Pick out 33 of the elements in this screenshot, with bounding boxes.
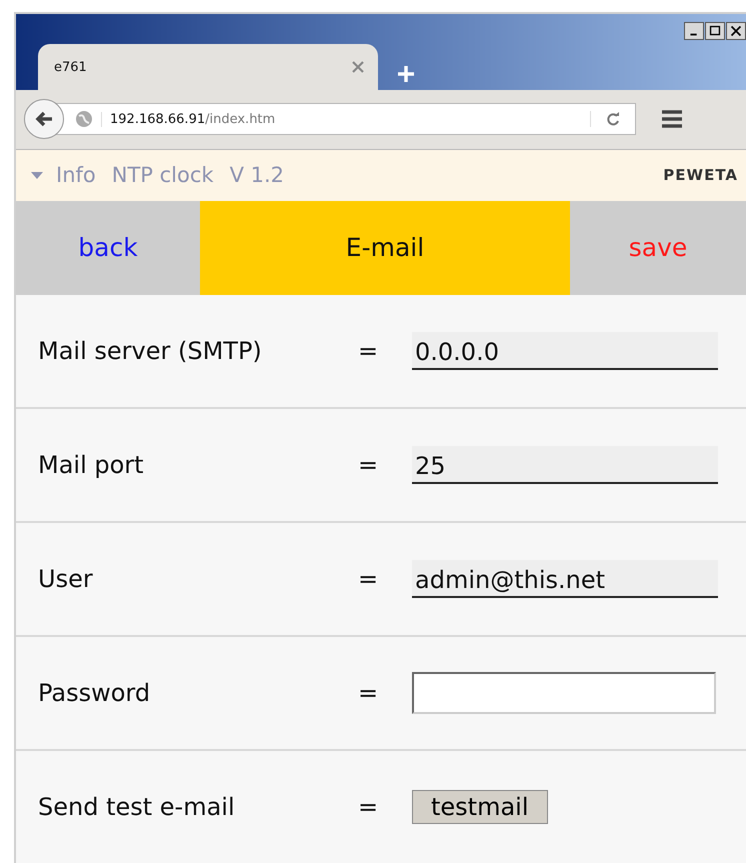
field-label: Mail port: [38, 451, 145, 479]
dropdown-icon[interactable]: [30, 170, 44, 180]
info-item: V 1.2: [230, 163, 284, 188]
equals-sign: =: [358, 679, 380, 707]
field-label: Send test e-mail: [38, 793, 236, 821]
close-icon[interactable]: [726, 22, 746, 40]
equals-sign: =: [358, 337, 380, 365]
password-field[interactable]: [412, 672, 716, 714]
input-field[interactable]: admin@this.net: [412, 560, 718, 598]
field-label: Mail server (SMTP): [38, 337, 263, 365]
url-text: 192.168.66.91/index.htm: [101, 112, 276, 127]
input-field[interactable]: 0.0.0.0: [412, 332, 718, 370]
back-link[interactable]: back: [16, 200, 200, 295]
address-bar[interactable]: 192.168.66.91/index.htm: [56, 103, 636, 136]
menu-icon[interactable]: [660, 109, 684, 130]
info-item: NTP clock: [112, 163, 214, 188]
new-tab-icon[interactable]: [396, 64, 416, 84]
equals-sign: =: [358, 565, 380, 593]
page-title: E-mail: [200, 200, 570, 295]
minimize-icon[interactable]: [684, 22, 704, 40]
field-label: User: [38, 565, 94, 593]
testmail-button[interactable]: testmail: [412, 790, 548, 824]
back-arrow-icon: [34, 110, 54, 128]
field-label: Password: [38, 679, 152, 707]
logo: PEWETA: [663, 166, 738, 184]
back-button[interactable]: [24, 99, 64, 140]
equals-sign: =: [358, 793, 380, 821]
globe-icon: [75, 110, 93, 128]
info-item: Info: [56, 163, 96, 188]
browser-tab[interactable]: e761: [38, 44, 378, 90]
input-field[interactable]: 25: [412, 446, 718, 484]
equals-sign: =: [358, 451, 380, 479]
maximize-icon[interactable]: [705, 22, 725, 40]
